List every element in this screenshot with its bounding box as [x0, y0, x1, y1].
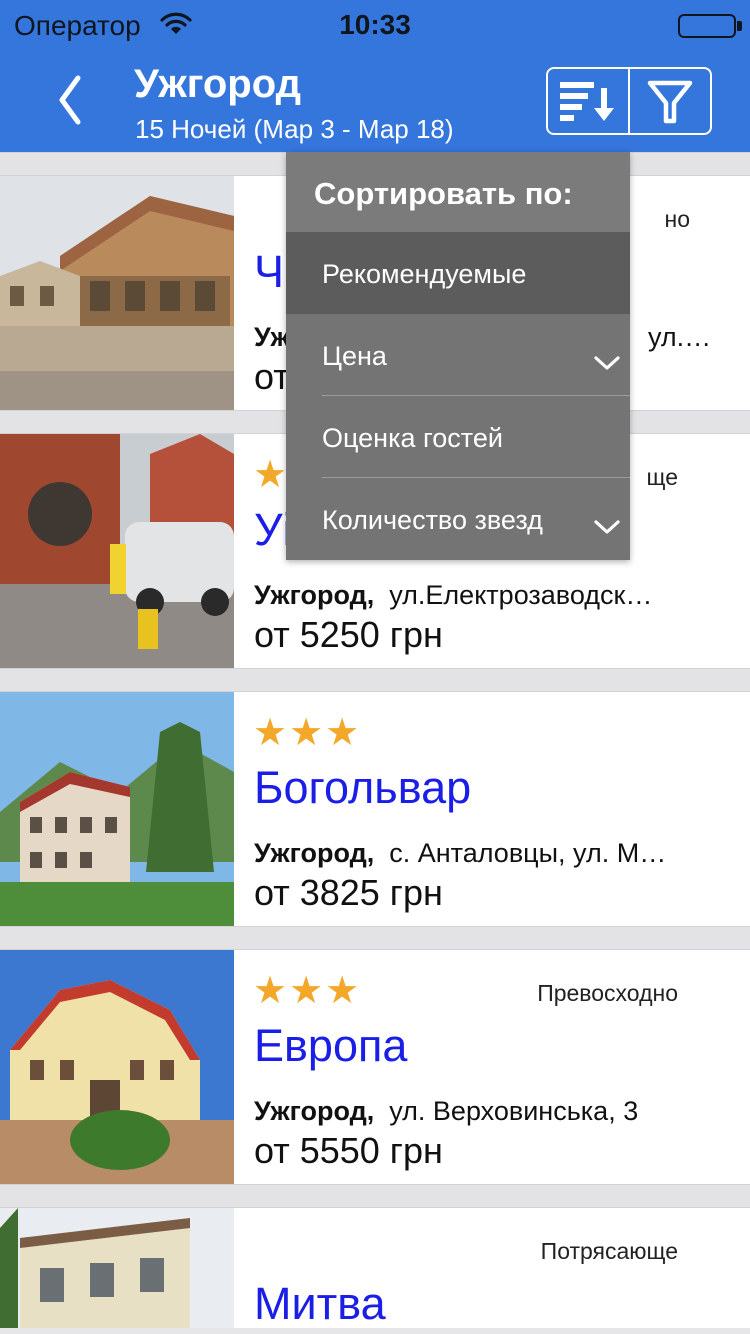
address-city: Ужгород,: [254, 580, 375, 610]
hotel-address: Ужгород, ул. Верховинська, 3: [254, 1096, 738, 1127]
sort-option-guest-rating[interactable]: Оценка гостей: [286, 396, 630, 478]
hotel-photo: [0, 950, 234, 1184]
hotel-price: от 3825 грн: [254, 872, 443, 913]
hotel-name: Ч: [254, 246, 284, 297]
sort-button[interactable]: [548, 69, 628, 133]
hotel-photo: [0, 1208, 234, 1328]
address-street: ул.Електрозаводск…: [389, 580, 653, 610]
hotel-address: Ужгород, ул.Електрозаводск…: [254, 580, 738, 611]
list-separator: [0, 1184, 750, 1208]
sort-menu-header: Сортировать по:: [286, 152, 630, 232]
hotel-card[interactable]: Потрясающе Митва: [0, 1208, 750, 1329]
sort-option-label: Рекомендуемые: [322, 259, 527, 289]
filter-button[interactable]: [628, 69, 710, 133]
hotel-photo: [0, 176, 234, 410]
hotel-name: Богольвар: [254, 762, 472, 813]
hotel-price: от 5550 грн: [254, 1130, 443, 1171]
sort-option-price[interactable]: Цена: [286, 314, 630, 396]
hotel-stars: ★★★: [253, 712, 362, 754]
back-chevron-icon: [59, 75, 81, 125]
hotel-card[interactable]: ★★★ Богольвар Ужгород, с. Анталовцы, ул.…: [0, 692, 750, 926]
hotel-photo: [0, 692, 234, 926]
guest-rating: но: [664, 206, 691, 232]
hotel-stars: ★: [253, 454, 290, 496]
back-button[interactable]: [48, 72, 94, 128]
guest-rating: Превосходно: [537, 980, 678, 1006]
hotel-address: Ужгород, с. Анталовцы, ул. М…: [254, 838, 738, 869]
hotel-stars: ★★★: [253, 970, 362, 1012]
nav-bar: Ужгород 15 Ночей (Мар 3 - Мар 18): [0, 50, 750, 152]
address-street: ул.…: [648, 322, 712, 352]
status-bar: Оператор 10:33: [0, 0, 750, 50]
chevron-down-icon: [594, 511, 620, 542]
hotel-price: от: [254, 356, 290, 397]
address-city: Ужгород,: [254, 1096, 375, 1126]
list-separator: [0, 668, 750, 692]
address-city: Ужгород,: [254, 838, 375, 868]
hotel-photo: [0, 434, 234, 668]
chevron-down-icon: [594, 347, 620, 378]
sort-dropdown-menu: Сортировать по: Рекомендуемые Цена Оценк…: [286, 152, 630, 560]
date-range-subtitle: 15 Ночей (Мар 3 - Мар 18): [135, 114, 454, 144]
list-separator: [0, 926, 750, 950]
address-street: ул. Верховинська, 3: [389, 1096, 639, 1126]
battery-tip: [737, 21, 742, 31]
toolbar-button-group: [546, 67, 712, 135]
sort-option-recommended[interactable]: Рекомендуемые: [286, 232, 630, 314]
guest-rating: ще: [646, 464, 678, 490]
guest-rating: Потрясающе: [540, 1238, 678, 1264]
hotel-price: от 5250 грн: [254, 614, 443, 655]
hotel-card[interactable]: ★★★ Превосходно Европа Ужгород, ул. Верх…: [0, 950, 750, 1184]
hotel-name: Европа: [254, 1020, 408, 1071]
sort-option-label: Цена: [322, 341, 387, 371]
filter-funnel-icon: [647, 80, 693, 124]
hotel-name: Митва: [254, 1278, 386, 1329]
sort-option-label: Оценка гостей: [322, 423, 503, 453]
sort-icon: [560, 82, 614, 121]
battery-icon: [678, 14, 736, 38]
address-street: с. Анталовцы, ул. М…: [389, 838, 667, 868]
sort-option-star-count[interactable]: Количество звезд: [286, 478, 630, 560]
sort-option-label: Количество звезд: [322, 505, 543, 535]
page-title: Ужгород: [134, 62, 302, 106]
clock: 10:33: [339, 9, 411, 40]
